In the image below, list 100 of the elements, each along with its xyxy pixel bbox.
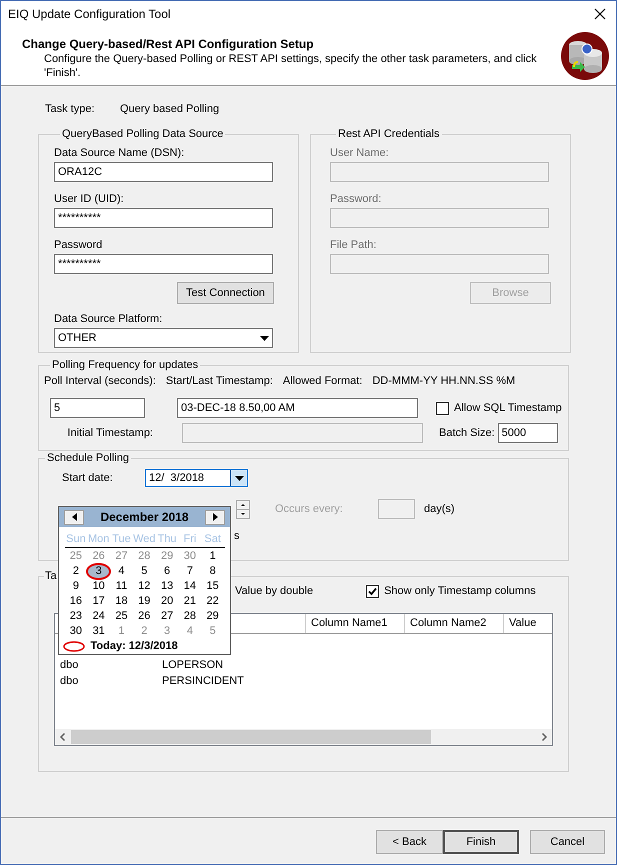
- close-icon[interactable]: [594, 8, 606, 20]
- calendar-day[interactable]: 21: [178, 594, 202, 609]
- calendar-day[interactable]: 27: [156, 609, 178, 624]
- field-label: Occurs every:: [275, 502, 344, 516]
- task-type-value: Query based Polling: [120, 102, 220, 116]
- field-label: Start/Last Timestamp:: [166, 374, 273, 388]
- weekday-label: Wed: [132, 532, 156, 547]
- text-field[interactable]: 5000: [498, 423, 558, 443]
- scrollbar-thumb[interactable]: [71, 730, 431, 744]
- field-label: Password: [54, 238, 104, 252]
- calendar-day[interactable]: 30: [64, 624, 88, 639]
- window-title: EIQ Update Configuration Tool: [8, 6, 171, 20]
- caret-icon: [260, 336, 269, 340]
- field-label: Batch Size:: [439, 426, 495, 440]
- month-title: December 2018: [100, 510, 189, 524]
- page-description: Configure the Query-based Polling or REST API settings, specify the other task parameters, and click 'Finish'.: [44, 52, 538, 80]
- group-title: Ta: [44, 569, 58, 583]
- field-label: User ID (UID):: [54, 192, 125, 206]
- field-label: Data Source Platform:: [54, 312, 164, 326]
- column-header[interactable]: Value: [504, 614, 551, 633]
- weekday-label: Sun: [65, 532, 87, 547]
- field-label: File Path:: [330, 238, 378, 252]
- field-label: Data Source Name (DSN):: [54, 146, 186, 160]
- calendar-day[interactable]: 24: [87, 609, 110, 624]
- group-title: Rest API Credentials: [337, 127, 440, 141]
- calendar-day[interactable]: 13: [156, 579, 178, 594]
- group-title: QueryBased Polling Data Source: [61, 127, 224, 141]
- table-cell-text: PERSINCIDENT: [162, 674, 244, 689]
- calendar-day[interactable]: 14: [178, 579, 202, 594]
- calendar-day[interactable]: 8: [201, 564, 224, 579]
- group-title: Schedule Polling: [46, 451, 130, 465]
- field-label: Poll Interval (seconds):: [44, 374, 156, 388]
- dialog-button[interactable]: Cancel: [530, 830, 605, 854]
- field-label: Allowed Format:: [282, 374, 362, 388]
- text-field[interactable]: **********: [54, 208, 273, 228]
- weekday-label: Sat: [203, 532, 222, 547]
- text-field[interactable]: **********: [54, 254, 273, 274]
- calendar-day[interactable]: 23: [64, 609, 88, 624]
- right-triangle-icon: [212, 513, 218, 521]
- field-label: Password:: [330, 192, 382, 206]
- date-picker[interactable]: 12/ 3/2018: [145, 469, 248, 487]
- calendar-day[interactable]: 10: [87, 579, 110, 594]
- calendar-day[interactable]: 26: [132, 609, 156, 624]
- calendar-day[interactable]: 28: [178, 609, 202, 624]
- calendar-day[interactable]: 11: [110, 579, 133, 594]
- calendar-day[interactable]: 5: [132, 564, 156, 579]
- calendar-day[interactable]: 2: [64, 564, 88, 579]
- calendar-day[interactable]: 25: [110, 609, 133, 624]
- calendar-day[interactable]: 9: [64, 579, 88, 594]
- text-field[interactable]: 03-DEC-18 8.50,00 AM: [177, 398, 418, 418]
- text-field[interactable]: ORA12C: [54, 162, 273, 182]
- database-icon: [560, 31, 610, 81]
- table-cell-text: dbo: [60, 674, 80, 689]
- spinner-icon[interactable]: [236, 500, 250, 518]
- column-header[interactable]: Column Name1: [306, 614, 405, 633]
- table-cell-text: LOPERSON: [162, 658, 224, 673]
- unit-label: day(s): [424, 502, 455, 516]
- weekday-label: Thu: [156, 532, 178, 547]
- calendar-day[interactable]: 18: [110, 594, 133, 609]
- test-connection-button[interactable]: Test Connection: [177, 282, 274, 304]
- next-month-button[interactable]: [205, 510, 225, 524]
- weekday-label: Mon: [87, 532, 110, 547]
- checkbox[interactable]: [366, 584, 380, 598]
- checkbox[interactable]: [436, 402, 449, 414]
- calendar-day[interactable]: 31: [87, 624, 110, 639]
- weekday-label: Fri: [182, 532, 198, 547]
- option-label: Value by double: [235, 584, 314, 598]
- text-field[interactable]: 5: [50, 398, 145, 418]
- left-triangle-icon: [72, 513, 76, 521]
- field-label: User Name:: [330, 146, 390, 160]
- calendar-day[interactable]: 7: [178, 564, 202, 579]
- calendar-day[interactable]: 1: [201, 549, 224, 564]
- dialog-button[interactable]: < Back: [376, 830, 443, 854]
- dialog-button[interactable]: Finish: [443, 830, 519, 854]
- platform-dropdown[interactable]: OTHER: [54, 328, 273, 348]
- calendar-day[interactable]: 12: [132, 579, 156, 594]
- calendar-day[interactable]: 6: [156, 564, 178, 579]
- page-title: Change Query-based/Rest API Configuration Setup: [22, 37, 315, 51]
- caret-icon: [234, 476, 244, 480]
- group-title: Polling Frequency for updates: [51, 358, 200, 372]
- calendar-day[interactable]: 20: [156, 594, 178, 609]
- calendar-day[interactable]: 29: [201, 609, 224, 624]
- calendar-day[interactable]: 15: [201, 579, 224, 594]
- checkbox-label: Show only Timestamp columns: [384, 584, 536, 598]
- column-header[interactable]: Column Name2: [405, 614, 504, 633]
- table-cell-text: dbo: [60, 658, 80, 673]
- today-marker-icon: [62, 640, 84, 652]
- calendar-day[interactable]: 3: [87, 564, 110, 579]
- calendar-day[interactable]: 16: [64, 594, 88, 609]
- task-type-label: Task type:: [45, 102, 96, 116]
- previous-month-button[interactable]: [64, 510, 84, 524]
- weekday-label: Tue: [111, 532, 132, 547]
- calendar-day[interactable]: 17: [87, 594, 110, 609]
- calendar-day[interactable]: 19: [132, 594, 156, 609]
- calendar-day[interactable]: 4: [110, 564, 133, 579]
- today-link[interactable]: Today: 12/3/2018: [90, 640, 178, 652]
- calendar-day[interactable]: 22: [201, 594, 224, 609]
- field-label: Initial Timestamp:: [66, 426, 153, 440]
- checkbox-label: Allow SQL Timestamp: [454, 401, 562, 415]
- format-text: DD-MMM-YY HH.NN.SS %M: [372, 374, 516, 388]
